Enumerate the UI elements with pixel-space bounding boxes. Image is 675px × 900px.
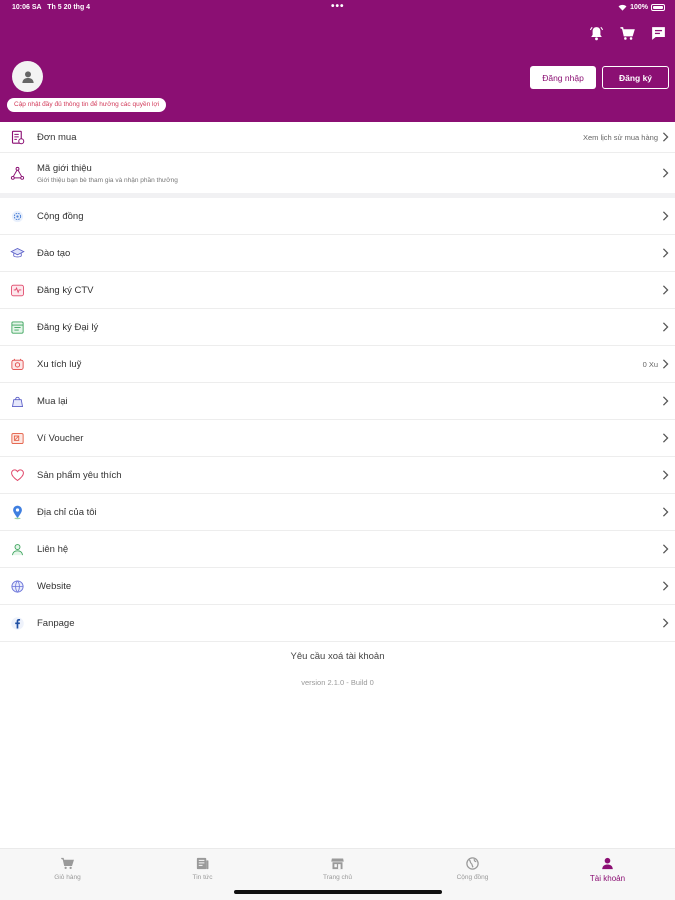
location-pin-icon xyxy=(8,503,27,522)
cart-icon xyxy=(61,857,74,869)
menu-item-voucher-wallet[interactable]: Ví Voucher xyxy=(0,420,675,457)
menu-item-buy-again[interactable]: Mua lại xyxy=(0,383,675,420)
graduation-cap-icon xyxy=(8,244,27,263)
update-info-note[interactable]: Cập nhật đầy đủ thông tin để hưởng các q… xyxy=(7,98,167,112)
battery-icon xyxy=(651,4,665,11)
menu-item-favorites[interactable]: Sản phẩm yêu thích xyxy=(0,457,675,494)
chevron-right-icon xyxy=(662,322,669,332)
menu-item-contact[interactable]: Liên hệ xyxy=(0,531,675,568)
register-button[interactable]: Đăng ký xyxy=(602,66,669,89)
chevron-right-icon xyxy=(662,581,669,591)
status-bar: 10:06 SA Th 5 20 thg 4 ••• 100% xyxy=(0,0,675,16)
tab-label: Cộng đồng xyxy=(456,874,489,881)
message-icon[interactable] xyxy=(650,25,667,42)
bell-icon[interactable] xyxy=(588,25,605,42)
chevron-right-icon xyxy=(662,544,669,554)
tab-account[interactable]: Tài khoản xyxy=(540,849,675,900)
account-header: 10:06 SA Th 5 20 thg 4 ••• 100% Cập nhật… xyxy=(0,0,675,122)
menu-item-label: Xu tích luỹ xyxy=(37,358,82,370)
status-time: 10:06 SA xyxy=(12,4,42,11)
chevron-right-icon xyxy=(662,248,669,258)
menu-item-label: Cộng đồng xyxy=(37,210,84,222)
orders-label: Đơn mua xyxy=(37,131,77,143)
user-icon xyxy=(602,857,613,870)
heart-icon xyxy=(8,466,27,485)
login-button[interactable]: Đăng nhập xyxy=(530,66,596,89)
menu-item-community[interactable]: Cộng đồng xyxy=(0,198,675,235)
voucher-icon xyxy=(8,429,27,448)
menu-item-label: Đào tạo xyxy=(37,247,71,259)
storefront-icon xyxy=(331,858,344,870)
globe-icon xyxy=(8,577,27,596)
chevron-right-icon xyxy=(662,359,669,369)
referral-row[interactable]: Mã giới thiệu Giới thiệu bạn bè tham gia… xyxy=(0,153,675,193)
heart-monitor-icon xyxy=(8,281,27,300)
home-indicator[interactable] xyxy=(234,890,442,894)
delete-account-link[interactable]: Yêu cầu xoá tài khoản xyxy=(0,651,675,662)
chevron-right-icon xyxy=(662,470,669,480)
referral-icon xyxy=(8,164,27,183)
menu-item-coins[interactable]: Xu tích luỹ 0 Xu xyxy=(0,346,675,383)
menu-item-label: Sản phẩm yêu thích xyxy=(37,469,122,481)
menu-item-label: Ví Voucher xyxy=(37,432,84,444)
wifi-icon xyxy=(618,4,627,11)
menu-item-website[interactable]: Website xyxy=(0,568,675,605)
chevron-right-icon xyxy=(662,285,669,295)
order-history-link[interactable]: Xem lịch sử mua hàng xyxy=(583,133,658,142)
status-date: Th 5 20 thg 4 xyxy=(47,4,91,11)
chevron-right-icon xyxy=(662,211,669,221)
app-version: version 2.1.0 - Build 0 xyxy=(301,678,374,687)
tab-label: Giỏ hàng xyxy=(54,874,81,881)
bag-icon xyxy=(8,392,27,411)
menu-item-register-ctv[interactable]: Đăng ký CTV xyxy=(0,272,675,309)
tab-cart[interactable]: Giỏ hàng xyxy=(0,849,135,900)
globe-icon xyxy=(466,857,479,870)
menu-item-label: Liên hệ xyxy=(37,543,69,555)
menu-item-label: Địa chỉ của tôi xyxy=(37,506,97,518)
orders-row[interactable]: Đơn mua Xem lịch sử mua hàng xyxy=(0,122,675,153)
coin-box-icon xyxy=(8,355,27,374)
chevron-right-icon xyxy=(662,396,669,406)
chevron-right-icon xyxy=(662,433,669,443)
tab-label: Tài khoản xyxy=(589,874,626,883)
menu-item-fanpage[interactable]: Fanpage xyxy=(0,605,675,642)
chevron-right-icon xyxy=(662,168,669,178)
menu-item-label: Mua lại xyxy=(37,395,68,407)
cart-icon[interactable] xyxy=(619,25,636,42)
user-icon xyxy=(21,70,34,83)
menu-item-label: Đăng ký CTV xyxy=(37,284,94,296)
account-menu-list: Cộng đồng Đào tạo Đăng ký CTV Đăng ký Đạ… xyxy=(0,198,675,642)
avatar[interactable] xyxy=(12,61,43,92)
header-actions xyxy=(588,25,667,42)
store-icon xyxy=(8,318,27,337)
menu-item-register-agency[interactable]: Đăng ký Đại lý xyxy=(0,309,675,346)
battery-percent: 100% xyxy=(630,4,648,11)
contact-icon xyxy=(8,540,27,559)
menu-item-label: Fanpage xyxy=(37,617,75,629)
news-icon xyxy=(196,857,209,870)
multitask-dots[interactable]: ••• xyxy=(331,1,345,12)
menu-item-training[interactable]: Đào tạo xyxy=(0,235,675,272)
chevron-right-icon xyxy=(662,132,669,142)
coin-balance: 0 Xu xyxy=(642,359,658,369)
community-icon xyxy=(8,207,27,226)
facebook-icon xyxy=(8,614,27,633)
menu-item-label: Đăng ký Đại lý xyxy=(37,321,99,333)
orders-icon xyxy=(8,128,27,147)
tab-label: Tin tức xyxy=(192,874,213,881)
menu-item-label: Website xyxy=(37,580,72,592)
tab-label: Trang chủ xyxy=(322,874,353,881)
referral-label: Mã giới thiệu xyxy=(37,162,92,174)
chevron-right-icon xyxy=(662,618,669,628)
referral-subtitle: Giới thiệu bạn bè tham gia và nhận phần … xyxy=(37,176,178,184)
account-top-section: Đơn mua Xem lịch sử mua hàng Mã giới thi… xyxy=(0,122,675,193)
chevron-right-icon xyxy=(662,507,669,517)
menu-item-my-address[interactable]: Địa chỉ của tôi xyxy=(0,494,675,531)
